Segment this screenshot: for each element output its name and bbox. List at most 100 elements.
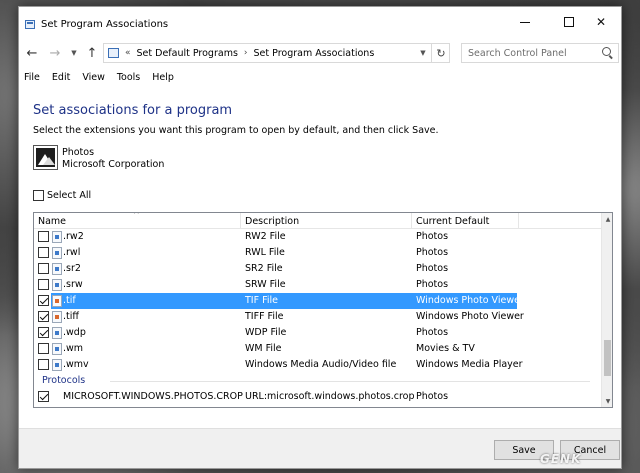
row-current-default: Photos bbox=[416, 263, 449, 274]
breadcrumb-separator[interactable]: › bbox=[244, 48, 248, 58]
search-input[interactable] bbox=[462, 44, 598, 62]
table-row[interactable]: .rw2 RW2 File Photos bbox=[34, 229, 601, 245]
group-header-protocols: Protocols bbox=[34, 373, 601, 389]
row-checkbox[interactable] bbox=[38, 231, 49, 242]
row-description: TIF File bbox=[245, 295, 278, 306]
row-name: .wm bbox=[63, 343, 84, 354]
select-all-checkbox[interactable] bbox=[33, 190, 44, 201]
row-name: .tif bbox=[63, 295, 76, 306]
vertical-scrollbar[interactable]: ▲ ▼ bbox=[601, 213, 612, 407]
breadcrumb-set-default-programs[interactable]: Set Default Programs bbox=[137, 48, 238, 59]
row-description: URL:microsoft.windows.photos.crop bbox=[245, 391, 415, 402]
menu-tools[interactable]: Tools bbox=[111, 70, 146, 88]
select-all-label[interactable]: Select All bbox=[47, 190, 91, 201]
file-type-icon bbox=[52, 327, 62, 339]
recent-locations-chevron-icon[interactable]: ▼ bbox=[66, 45, 82, 61]
file-type-icon bbox=[52, 359, 62, 371]
table-row[interactable]: .tiff TIFF File Windows Photo Viewer bbox=[34, 309, 601, 325]
row-name: MICROSOFT.WINDOWS.PHOTOS.CROP bbox=[63, 391, 243, 402]
column-name-header[interactable]: Name bbox=[38, 216, 66, 227]
up-arrow-icon[interactable]: ↑ bbox=[84, 45, 100, 61]
row-name: .srw bbox=[63, 279, 83, 290]
dialog-footer: Save Cancel bbox=[19, 428, 621, 468]
select-all-option[interactable]: Select All bbox=[33, 190, 91, 201]
column-divider[interactable] bbox=[518, 213, 519, 229]
breadcrumb-overflow[interactable]: « bbox=[125, 48, 131, 58]
row-checkbox[interactable] bbox=[38, 247, 49, 258]
instruction-text: Select the extensions you want this prog… bbox=[33, 125, 439, 136]
row-current-default: Photos bbox=[416, 327, 449, 338]
sort-ascending-icon: ^ bbox=[133, 212, 140, 219]
scrollbar-thumb[interactable] bbox=[604, 340, 611, 376]
file-type-icon bbox=[52, 263, 62, 275]
page-title: Set associations for a program bbox=[33, 103, 233, 118]
menu-edit[interactable]: Edit bbox=[46, 70, 76, 88]
menu-file[interactable]: File bbox=[19, 70, 46, 88]
group-divider bbox=[110, 381, 590, 382]
address-bar[interactable]: « Set Default Programs › Set Program Ass… bbox=[103, 43, 450, 63]
row-description: SRW File bbox=[245, 279, 286, 290]
table-row[interactable]: MICROSOFT.WINDOWS.PHOTOS.CROP URL:microso… bbox=[34, 389, 601, 405]
row-current-default: Windows Photo Viewer bbox=[416, 295, 524, 306]
control-panel-icon bbox=[25, 20, 35, 29]
program-associations-window: Set Program Associations ✕ ← → ▼ ↑ « Set… bbox=[18, 6, 622, 469]
scroll-up-arrow-icon[interactable]: ▲ bbox=[602, 213, 612, 225]
search-icon[interactable] bbox=[602, 47, 611, 56]
table-row[interactable]: .wdp WDP File Photos bbox=[34, 325, 601, 341]
table-row[interactable]: .wmv Windows Media Audio/Video file Window… bbox=[34, 357, 601, 373]
menu-bar: File Edit View Tools Help bbox=[19, 70, 621, 88]
row-description: RWL File bbox=[245, 247, 285, 258]
row-description: WDP File bbox=[245, 327, 287, 338]
menu-help[interactable]: Help bbox=[146, 70, 180, 88]
table-row[interactable]: .sr2 SR2 File Photos bbox=[34, 261, 601, 277]
file-type-icon bbox=[52, 311, 62, 323]
row-current-default: Photos bbox=[416, 279, 449, 290]
column-current-default-header[interactable]: Current Default bbox=[416, 216, 489, 227]
row-current-default: Windows Photo Viewer bbox=[416, 311, 524, 322]
list-column-header: Name ^ Description Current Default bbox=[34, 213, 601, 229]
table-row[interactable]: .srw SRW File Photos bbox=[34, 277, 601, 293]
title-bar[interactable]: Set Program Associations ✕ bbox=[19, 7, 621, 40]
forward-arrow-icon[interactable]: → bbox=[47, 45, 63, 61]
row-name: .wdp bbox=[63, 327, 86, 338]
row-checkbox[interactable] bbox=[38, 327, 49, 338]
program-company: Microsoft Corporation bbox=[62, 159, 165, 170]
navigation-bar: ← → ▼ ↑ « Set Default Programs › Set Pro… bbox=[19, 40, 621, 68]
list-rows: .rw2 RW2 File Photos .rwl RWL File Photos .sr2… bbox=[34, 229, 601, 405]
refresh-icon[interactable]: ↻ bbox=[431, 44, 450, 62]
file-type-icon bbox=[52, 295, 62, 307]
file-type-icon bbox=[52, 279, 62, 291]
group-label: Protocols bbox=[42, 375, 86, 386]
row-checkbox[interactable] bbox=[38, 263, 49, 274]
row-checkbox[interactable] bbox=[38, 311, 49, 322]
row-checkbox[interactable] bbox=[38, 295, 49, 306]
file-type-icon bbox=[52, 247, 62, 259]
row-description: Windows Media Audio/Video file bbox=[245, 359, 397, 370]
search-box[interactable] bbox=[461, 43, 619, 63]
table-row[interactable]: .rwl RWL File Photos bbox=[34, 245, 601, 261]
column-divider[interactable] bbox=[411, 213, 412, 229]
photos-app-icon bbox=[33, 145, 58, 170]
column-divider[interactable] bbox=[240, 213, 241, 229]
row-description: SR2 File bbox=[245, 263, 283, 274]
table-row[interactable]: .wm WM File Movies & TV bbox=[34, 341, 601, 357]
close-button[interactable]: ✕ bbox=[579, 7, 621, 37]
row-name: .rwl bbox=[63, 247, 81, 258]
row-current-default: Photos bbox=[416, 391, 449, 402]
control-panel-small-icon bbox=[108, 48, 119, 58]
minimize-button[interactable] bbox=[503, 7, 547, 37]
row-checkbox[interactable] bbox=[38, 343, 49, 354]
back-arrow-icon[interactable]: ← bbox=[24, 45, 40, 61]
column-description-header[interactable]: Description bbox=[245, 216, 299, 227]
row-current-default: Photos bbox=[416, 231, 449, 242]
row-checkbox[interactable] bbox=[38, 391, 49, 402]
scroll-down-arrow-icon[interactable]: ▼ bbox=[602, 395, 612, 407]
menu-view[interactable]: View bbox=[76, 70, 111, 88]
breadcrumb-set-program-associations[interactable]: Set Program Associations bbox=[254, 48, 375, 59]
minimize-icon bbox=[520, 21, 530, 23]
row-checkbox[interactable] bbox=[38, 359, 49, 370]
file-type-icon bbox=[52, 231, 62, 243]
table-row[interactable]: .tif TIF File Windows Photo Viewer bbox=[34, 293, 601, 309]
row-checkbox[interactable] bbox=[38, 279, 49, 290]
address-dropdown-chevron-icon[interactable]: ▼ bbox=[415, 44, 431, 62]
